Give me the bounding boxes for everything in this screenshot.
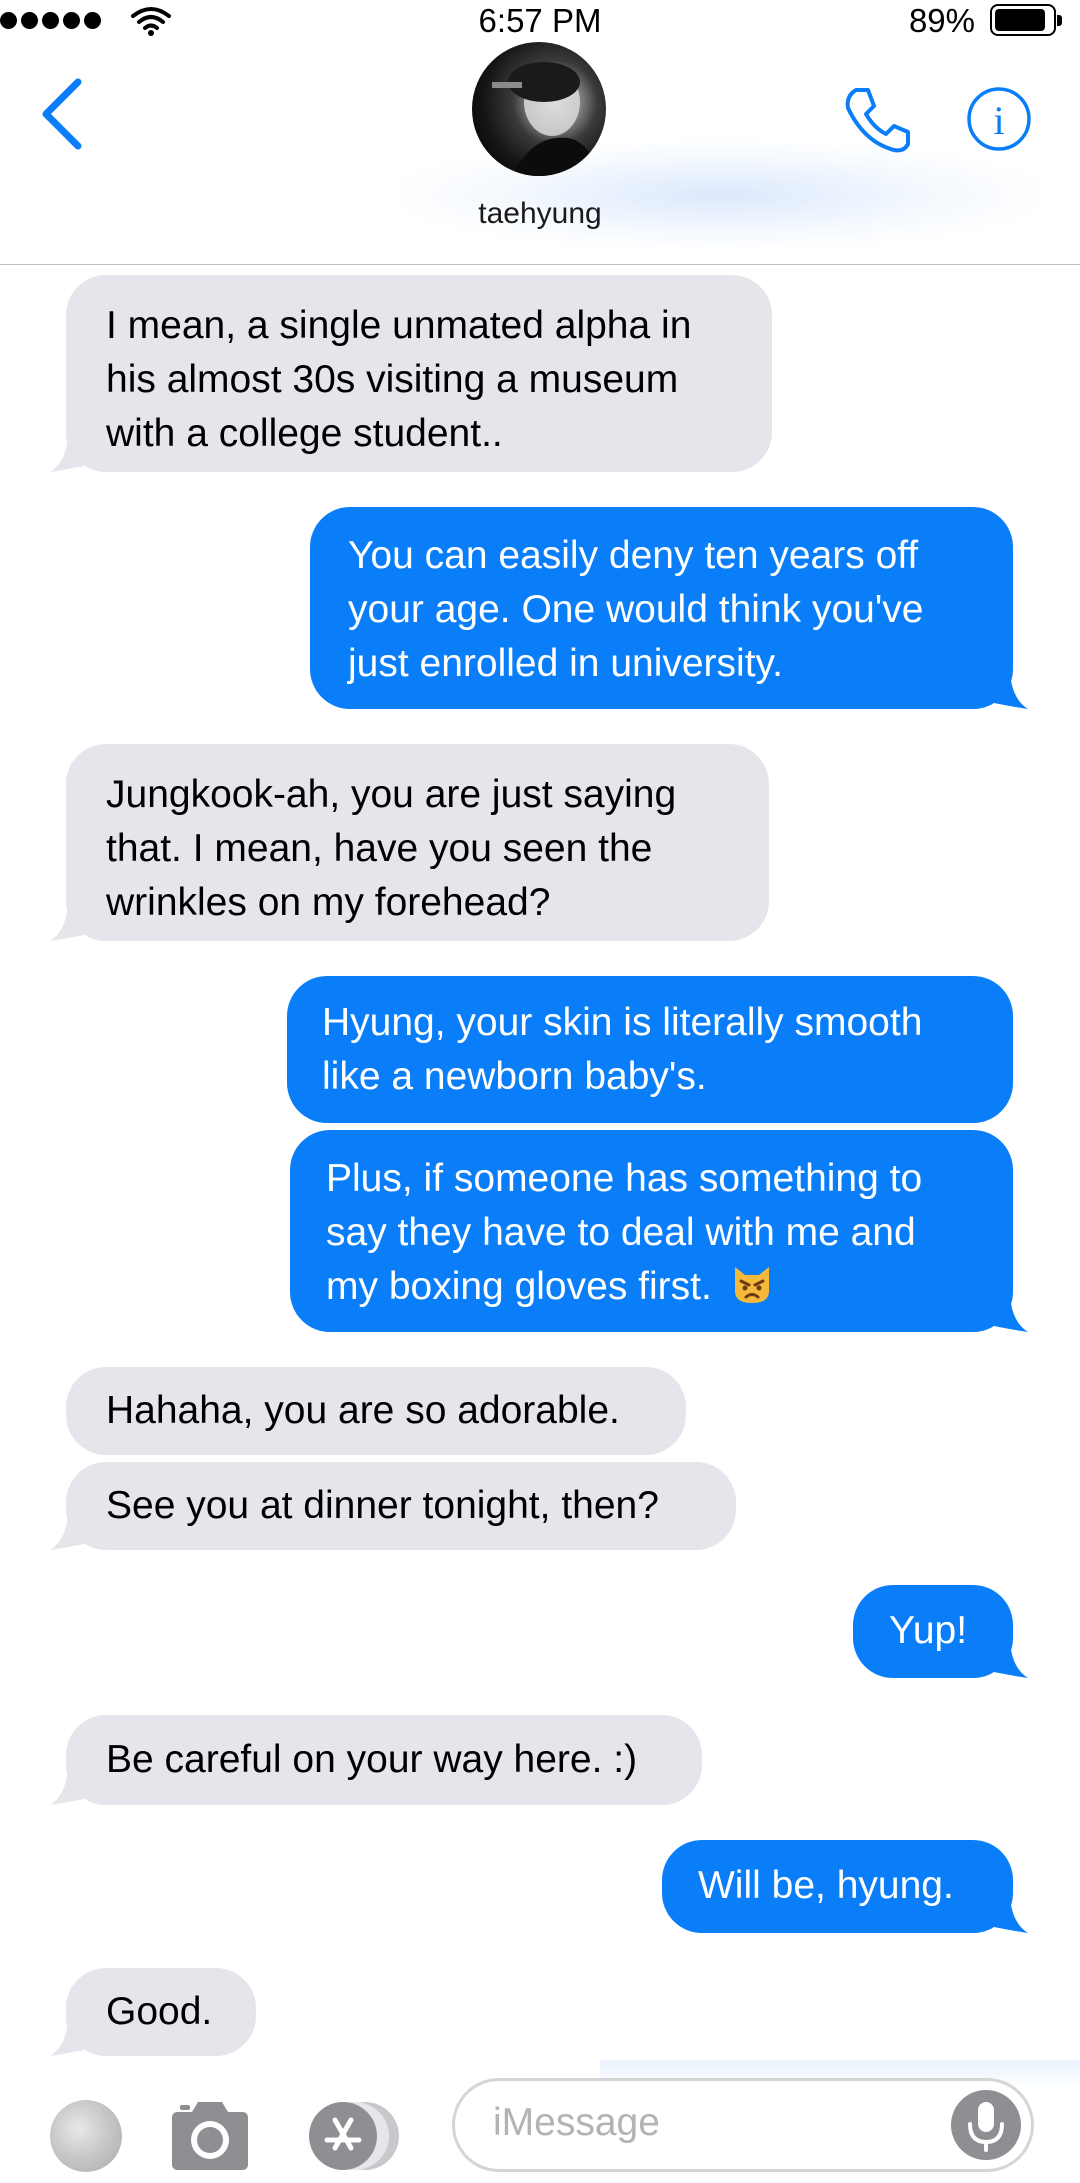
bubble-tail bbox=[994, 673, 1028, 709]
message-line: that. I mean, have you seen the bbox=[106, 827, 653, 870]
message-line: You can easily deny ten years off bbox=[348, 534, 919, 577]
camera-button[interactable] bbox=[168, 2100, 252, 2172]
message-outgoing[interactable]: Hyung, your skin is literally smooth lik… bbox=[287, 976, 1013, 1123]
info-icon: i bbox=[967, 87, 1031, 151]
message-line: his almost 30s visiting a museum bbox=[106, 358, 679, 401]
message-incoming[interactable]: Be careful on your way here. :) bbox=[66, 1715, 702, 1805]
message-incoming[interactable]: Hahaha, you are so adorable. bbox=[66, 1367, 686, 1455]
battery-percent: 89% bbox=[908, 2, 975, 39]
bubble-tail bbox=[50, 905, 84, 941]
avatar-photo bbox=[492, 62, 600, 176]
phone-icon bbox=[845, 88, 910, 153]
message-line: Good. bbox=[106, 1990, 213, 2033]
bubble-tail bbox=[994, 1897, 1028, 1933]
microphone-icon bbox=[968, 2102, 1004, 2152]
contact-name[interactable]: taehyung bbox=[0, 197, 1080, 231]
call-button[interactable] bbox=[842, 84, 912, 154]
message-line: Plus, if someone has something to bbox=[326, 1157, 923, 1200]
message-input-placeholder: iMessage bbox=[493, 2101, 660, 2144]
message-outgoing[interactable]: Will be, hyung. bbox=[662, 1840, 1013, 1933]
bubble-tail bbox=[50, 1769, 84, 1805]
message-line: Hahaha, you are so adorable. bbox=[106, 1389, 620, 1432]
message-incoming[interactable]: I mean, a single unmated alpha in his al… bbox=[66, 275, 772, 472]
bubble-tail bbox=[50, 1514, 84, 1550]
message-line: with a college student.. bbox=[106, 412, 503, 455]
battery-icon bbox=[990, 4, 1062, 36]
back-button[interactable] bbox=[36, 76, 96, 156]
svg-text:i: i bbox=[993, 98, 1004, 143]
message-line: See you at dinner tonight, then? bbox=[106, 1484, 659, 1527]
message-line: like a newborn baby's. bbox=[322, 1055, 707, 1098]
message-input[interactable]: iMessage bbox=[452, 2078, 1034, 2172]
mic-button[interactable] bbox=[951, 2090, 1021, 2160]
info-button[interactable]: i bbox=[966, 86, 1032, 152]
bubble-tail bbox=[994, 1296, 1028, 1332]
message-line: say they have to deal with me and bbox=[326, 1211, 916, 1254]
message-line: just enrolled in university. bbox=[348, 642, 783, 685]
message-line: wrinkles on my forehead? bbox=[106, 881, 551, 924]
message-incoming[interactable]: Jungkook-ah, you are just saying that. I… bbox=[66, 744, 769, 941]
contact-avatar[interactable] bbox=[472, 42, 606, 176]
bubble-tail bbox=[50, 2020, 84, 2056]
pouting-cat-emoji bbox=[734, 1267, 769, 1303]
photos-button[interactable] bbox=[50, 2100, 122, 2172]
message-outgoing[interactable]: You can easily deny ten years off your a… bbox=[310, 507, 1013, 709]
message-line: Jungkook-ah, you are just saying bbox=[106, 773, 677, 816]
compose-bar: iMessage bbox=[0, 2060, 1080, 2183]
message-line: Be careful on your way here. :) bbox=[106, 1738, 638, 1781]
chevron-left-icon bbox=[42, 78, 82, 150]
message-line: I mean, a single unmated alpha in bbox=[106, 304, 692, 347]
app-store-button[interactable] bbox=[305, 2100, 407, 2172]
message-incoming[interactable]: See you at dinner tonight, then? bbox=[66, 1462, 736, 1550]
message-incoming[interactable]: Good. bbox=[66, 1968, 256, 2056]
app-store-icon bbox=[309, 2102, 399, 2170]
bubble-tail bbox=[994, 1642, 1028, 1678]
message-line: Hyung, your skin is literally smooth bbox=[322, 1001, 923, 1044]
message-line: Will be, hyung. bbox=[698, 1864, 954, 1907]
message-outgoing[interactable]: Yup! bbox=[853, 1585, 1013, 1678]
bubble-tail bbox=[50, 436, 84, 472]
camera-icon bbox=[172, 2102, 248, 2170]
status-bar: 6:57 PM 89% bbox=[0, 0, 1080, 44]
message-line: my boxing gloves first. bbox=[326, 1260, 1013, 1314]
message-outgoing[interactable]: Plus, if someone has something to say th… bbox=[290, 1130, 1013, 1332]
message-line: your age. One would think you've bbox=[348, 588, 924, 631]
